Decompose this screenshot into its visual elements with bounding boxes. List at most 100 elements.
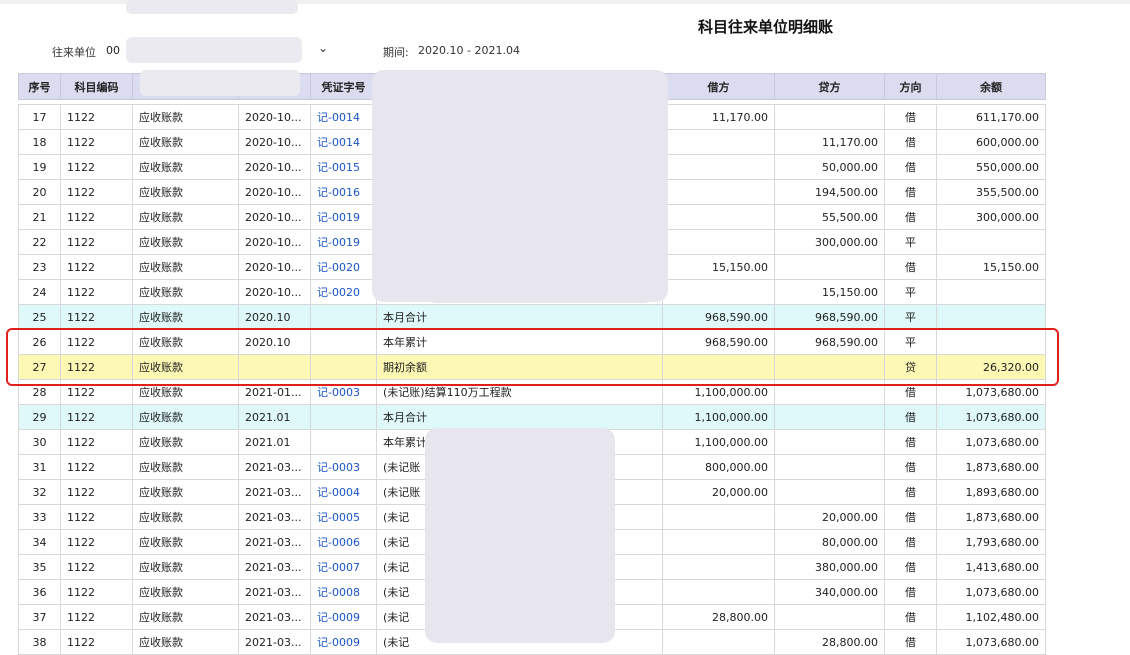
debit-amount-cell [662,154,775,180]
credit-amount-cell [774,604,885,630]
col-header-voucher[interactable]: 凭证字号 [310,73,377,100]
direction-cell: 借 [884,204,937,230]
entry-date-cell: 2021-03... [238,529,311,555]
direction-cell: 借 [884,479,937,505]
credit-amount-cell [774,379,885,405]
voucher-no-cell[interactable]: 记-0005 [310,504,377,530]
debit-amount-cell [662,179,775,205]
col-header-credit[interactable]: 贷方 [774,73,885,100]
voucher-no-cell[interactable]: 记-0009 [310,604,377,630]
voucher-no-cell[interactable]: 记-0003 [310,454,377,480]
entry-date-cell: 2021.01 [238,429,311,455]
credit-amount-cell [774,404,885,430]
table-row[interactable]: 28 1122 应收账款 2021-01... 记-0003 (未记账)结算110万工程款… [18,379,1046,405]
entry-date-cell: 2020-10... [238,279,311,305]
row-no-cell: 37 [18,604,61,630]
voucher-no-cell[interactable]: 记-0009 [310,629,377,655]
voucher-no-cell[interactable]: 记-0020 [310,279,377,305]
debit-amount-cell: 11,170.00 [662,104,775,130]
row-no-cell: 38 [18,629,61,655]
entry-date-cell: 2020-10... [238,204,311,230]
subject-code-cell: 1122 [60,529,133,555]
credit-amount-cell [774,354,885,380]
credit-amount-cell: 300,000.00 [774,229,885,255]
summary-cell: 本月合计 [376,304,663,330]
entry-date-cell: 2021-01... [238,379,311,405]
voucher-no-cell[interactable]: 记-0016 [310,179,377,205]
direction-cell: 平 [884,329,937,355]
voucher-no-cell [310,429,377,455]
subject-code-cell: 1122 [60,104,133,130]
voucher-no-cell[interactable]: 记-0004 [310,479,377,505]
debit-amount-cell [662,504,775,530]
subject-code-cell: 1122 [60,429,133,455]
credit-amount-cell: 340,000.00 [774,579,885,605]
balance-cell [936,229,1046,255]
partner-select-value: 00 [106,44,120,57]
table-row[interactable]: 27 1122 应收账款 期初余额 贷 26,320.00 [18,354,1046,380]
row-no-cell: 22 [18,229,61,255]
col-header-direction[interactable]: 方向 [884,73,937,100]
subject-name-cell: 应收账款 [132,104,239,130]
row-no-cell: 31 [18,454,61,480]
debit-amount-cell [662,204,775,230]
debit-amount-cell: 1,100,000.00 [662,379,775,405]
debit-amount-cell: 968,590.00 [662,329,775,355]
row-no-cell: 18 [18,129,61,155]
entry-date-cell: 2021.01 [238,404,311,430]
entry-date-cell: 2021-03... [238,604,311,630]
balance-cell: 15,150.00 [936,254,1046,280]
col-header-code[interactable]: 科目编码 [60,73,133,100]
redacted-summary-bottom [425,428,615,643]
direction-cell: 借 [884,179,937,205]
page-title: 科目往来单位明细账 [698,18,834,36]
partner-label: 往来单位 [52,46,96,59]
direction-cell: 借 [884,629,937,655]
subject-name-cell: 应收账款 [132,204,239,230]
credit-amount-cell: 20,000.00 [774,504,885,530]
direction-cell: 借 [884,604,937,630]
row-no-cell: 32 [18,479,61,505]
direction-cell: 借 [884,129,937,155]
subject-code-cell: 1122 [60,179,133,205]
subject-code-cell: 1122 [60,579,133,605]
row-no-cell: 24 [18,279,61,305]
balance-cell [936,329,1046,355]
subject-code-cell: 1122 [60,154,133,180]
voucher-no-cell[interactable]: 记-0006 [310,529,377,555]
voucher-no-cell[interactable]: 记-0003 [310,379,377,405]
voucher-no-cell[interactable]: 记-0019 [310,229,377,255]
voucher-no-cell[interactable]: 记-0014 [310,104,377,130]
voucher-no-cell[interactable]: 记-0015 [310,154,377,180]
balance-cell: 1,873,680.00 [936,504,1046,530]
balance-cell [936,304,1046,330]
subject-name-cell: 应收账款 [132,279,239,305]
balance-cell [936,279,1046,305]
direction-cell: 借 [884,154,937,180]
subject-name-cell: 应收账款 [132,554,239,580]
voucher-no-cell[interactable]: 记-0007 [310,554,377,580]
voucher-no-cell[interactable]: 记-0008 [310,579,377,605]
subject-name-cell: 应收账款 [132,129,239,155]
col-header-no[interactable]: 序号 [18,73,61,100]
subject-code-cell: 1122 [60,229,133,255]
voucher-no-cell[interactable]: 记-0014 [310,129,377,155]
balance-cell: 26,320.00 [936,354,1046,380]
col-header-balance[interactable]: 余额 [936,73,1046,100]
subject-name-cell: 应收账款 [132,179,239,205]
balance-cell: 1,793,680.00 [936,529,1046,555]
subject-name-cell: 应收账款 [132,529,239,555]
direction-cell: 平 [884,229,937,255]
subject-code-cell: 1122 [60,254,133,280]
credit-amount-cell: 50,000.00 [774,154,885,180]
voucher-no-cell[interactable]: 记-0020 [310,254,377,280]
voucher-no-cell[interactable]: 记-0019 [310,204,377,230]
debit-amount-cell [662,229,775,255]
table-row[interactable]: 29 1122 应收账款 2021.01 本月合计 1,100,000.00 借 1,073,… [18,404,1046,430]
col-header-debit[interactable]: 借方 [662,73,775,100]
debit-amount-cell [662,279,775,305]
table-row[interactable]: 25 1122 应收账款 2020.10 本月合计 968,590.00 968,590.0… [18,304,1046,330]
redacted-summary-row24 [425,281,655,303]
entry-date-cell: 2020-10... [238,229,311,255]
table-row[interactable]: 26 1122 应收账款 2020.10 本年累计 968,590.00 968,590.0… [18,329,1046,355]
